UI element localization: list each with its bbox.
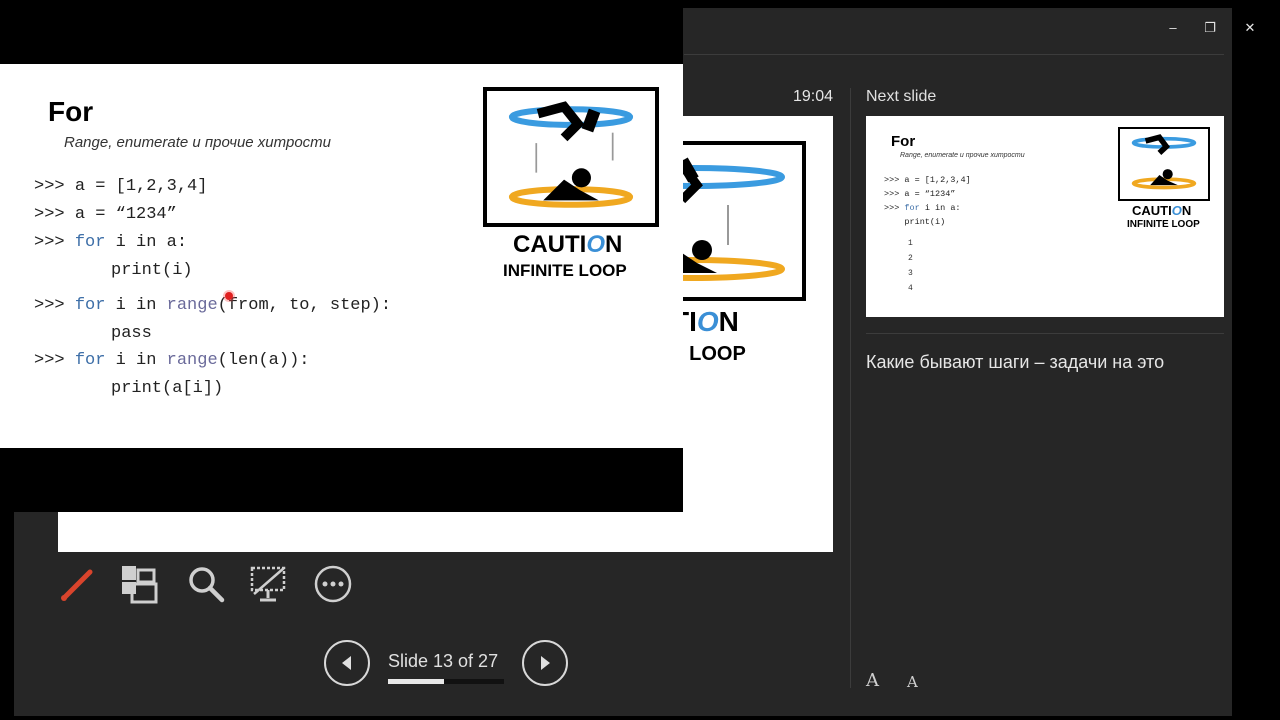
code-text: (len(a)): xyxy=(217,351,310,370)
code-line-4: print(i) xyxy=(111,261,193,280)
caution-o-letter: O xyxy=(1171,203,1182,218)
code-text: a = “1234” xyxy=(74,205,177,224)
code-keyword: for xyxy=(74,296,106,315)
next-slide-output: 1 2 3 4 xyxy=(908,236,913,296)
code-text: i in a: xyxy=(105,233,188,252)
code-line-8: print(a[i]) xyxy=(111,379,224,398)
restore-button[interactable]: ❐ xyxy=(1200,18,1220,38)
see-all-slides-button[interactable] xyxy=(120,564,160,604)
previous-slide-button[interactable] xyxy=(324,640,370,686)
code-text: i in xyxy=(105,351,167,370)
portal-figure-icon xyxy=(1131,134,1197,190)
next-slide-button[interactable] xyxy=(522,640,568,686)
next-slide-title: For xyxy=(891,133,916,150)
notes-divider xyxy=(866,333,1224,334)
black-bar-bottom xyxy=(0,448,683,512)
slide-title: For xyxy=(48,96,94,127)
ns-code-line: >>> a = “1234” xyxy=(884,189,956,199)
close-button[interactable]: ✕ xyxy=(1240,18,1260,38)
black-bar-top xyxy=(0,0,683,64)
code-line-1: >>> a = [1,2,3,4] xyxy=(34,177,207,196)
more-options-button[interactable] xyxy=(313,564,353,604)
code-prompt: >>> xyxy=(34,296,75,315)
caution-n: N xyxy=(1181,203,1192,218)
code-prompt: >>> xyxy=(34,177,75,196)
code-prompt: >>> xyxy=(34,233,75,252)
caution-sign: CAUTION INFINITE LOOP xyxy=(483,87,663,287)
output-line: 2 xyxy=(908,254,913,263)
next-slide-preview[interactable]: For Range, enumerate и прочие хитрости >… xyxy=(866,116,1224,317)
header-divider xyxy=(684,54,1224,55)
next-slide-code: >>> a = [1,2,3,4] >>> a = “1234” >>> for… xyxy=(884,173,971,229)
laser-pointer xyxy=(225,292,233,300)
ns-code-prompt: >>> xyxy=(884,203,905,213)
main-slide: For Range, enumerate и прочие хитрости >… xyxy=(0,64,683,448)
next-slide-label: Next slide xyxy=(866,88,937,105)
code-prompt: >>> xyxy=(34,205,75,224)
code-line-2: >>> a = “1234” xyxy=(34,205,177,224)
caution-text: CAUTI xyxy=(1132,203,1172,218)
ns-code-line: print(i) xyxy=(884,217,946,227)
code-text: (from, to, step): xyxy=(217,296,392,315)
code-keyword: for xyxy=(74,351,106,370)
pane-divider[interactable] xyxy=(850,88,851,688)
output-line: 1 xyxy=(908,239,913,248)
pen-tool-button[interactable] xyxy=(58,564,98,604)
output-line: 3 xyxy=(908,269,913,278)
output-line: 4 xyxy=(908,284,913,293)
minimize-button[interactable]: – xyxy=(1163,18,1183,38)
chevron-left-icon xyxy=(342,656,351,670)
screen-off-icon xyxy=(250,566,286,602)
increase-font-button[interactable]: A xyxy=(866,670,879,691)
caution-text: CAUTI xyxy=(513,231,587,258)
code-line-5: >>> for i in range(from, to, step): xyxy=(34,296,391,315)
caution-o-letter-2: O xyxy=(696,306,719,337)
pen-icon xyxy=(61,569,93,601)
slide-subtitle: Range, enumerate и прочие хитрости xyxy=(64,134,331,151)
ns-code-line: >>> a = [1,2,3,4] xyxy=(884,175,971,185)
slide-counter[interactable]: Slide 13 of 27 xyxy=(388,651,498,672)
zoom-button[interactable] xyxy=(186,564,226,604)
caution-n: N xyxy=(605,231,623,258)
slides-grid-icon xyxy=(122,566,158,604)
black-screen-button[interactable] xyxy=(248,564,288,604)
zoom-icon xyxy=(189,567,225,603)
infinite-loop-text: INFINITE LOOP xyxy=(1127,219,1200,230)
code-function: range xyxy=(166,351,218,370)
ns-code-line: i in a: xyxy=(919,203,961,213)
slide-progress-fill xyxy=(388,679,444,684)
code-text: i in xyxy=(105,296,167,315)
next-slide-subtitle: Range, enumerate и прочие хитрости xyxy=(900,152,1025,159)
slide-progress-bar xyxy=(388,679,504,684)
infinite-loop-text: INFINITE LOOP xyxy=(503,261,627,280)
code-function: range xyxy=(166,296,218,315)
next-slide-caution-sign: CAUTION INFINITE LOOP xyxy=(1118,127,1213,237)
more-options-icon xyxy=(314,565,352,603)
code-line-6: pass xyxy=(111,324,152,343)
code-line-3: >>> for i in a: xyxy=(34,233,187,252)
code-text: a = [1,2,3,4] xyxy=(74,177,208,196)
elapsed-timer[interactable]: 19:04 xyxy=(793,88,833,106)
code-prompt: >>> xyxy=(34,351,75,370)
portal-figure-icon xyxy=(508,101,634,208)
code-keyword: for xyxy=(74,233,106,252)
caution-o-letter: O xyxy=(586,231,605,258)
code-line-7: >>> for i in range(len(a)): xyxy=(34,351,309,370)
ns-code-keyword: for xyxy=(904,203,920,213)
decrease-font-button[interactable]: A xyxy=(907,673,918,691)
chevron-right-icon xyxy=(541,656,550,670)
caution-n: N xyxy=(718,306,739,337)
speaker-notes[interactable]: Какие бывают шаги – задачи на это xyxy=(866,352,1164,373)
